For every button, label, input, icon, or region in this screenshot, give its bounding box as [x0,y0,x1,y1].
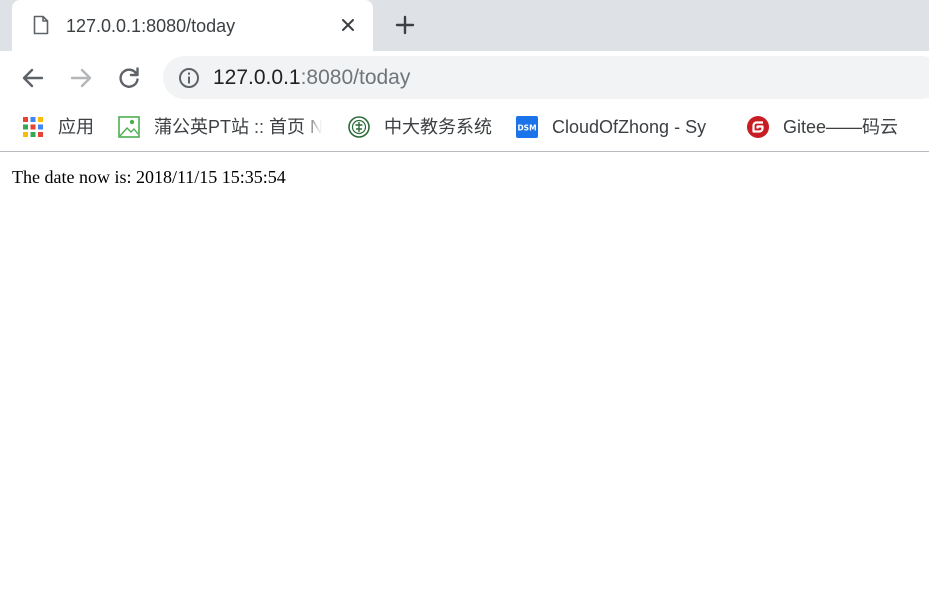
url-path: :8080/today [300,66,411,89]
date-text: The date now is: 2018/11/15 15:35:54 [12,167,286,187]
image-placeholder-icon [118,116,140,138]
back-arrow-icon[interactable] [20,65,46,91]
bookmark-label: 蒲公英PT站 :: 首页 N [154,117,322,137]
document-icon [33,15,49,35]
forward-arrow-icon[interactable] [68,65,94,91]
label-fade [304,114,322,140]
bookmark-label: 中大教务系统 [384,117,492,137]
tab-title: 127.0.0.1:8080/today [66,16,236,36]
gitee-icon [747,116,769,138]
url-host: 127.0.0.1 [213,66,301,89]
dsm-icon-text: DSM [517,124,536,133]
page-content: The date now is: 2018/11/15 15:35:54 [0,153,929,600]
bookmark-gitee[interactable]: Gitee——码云 [747,114,917,140]
reload-icon[interactable] [116,65,142,91]
url-text[interactable]: 127.0.0.1:8080/today [213,65,410,91]
active-tab[interactable]: 127.0.0.1:8080/today [12,0,373,51]
tab-strip: 127.0.0.1:8080/today [0,0,929,51]
bookmark-label: CloudOfZhong - Sy [552,117,707,137]
bookmark-label: Gitee——码云 [783,117,899,137]
bookmark-label: 应用 [58,117,94,137]
address-bar[interactable]: 127.0.0.1:8080/today [163,56,929,99]
browser-toolbar: 127.0.0.1:8080/today [0,51,929,104]
bookmark-dsm[interactable]: DSM CloudOfZhong - Sy [516,114,721,140]
dsm-icon: DSM [516,116,538,138]
info-icon[interactable] [178,67,200,89]
university-seal-icon [348,116,370,138]
bookmark-pt-site[interactable]: 蒲公英PT站 :: 首页 N [118,114,322,140]
plus-icon[interactable] [393,13,417,37]
bookmark-apps[interactable]: 应用 [22,114,102,140]
label-fade [703,114,721,140]
bookmark-sysu[interactable]: 中大教务系统 [348,114,498,140]
close-icon[interactable] [338,15,358,35]
bookmarks-bar: 应用 蒲公英PT站 :: 首页 N 中大教务系统 DSM CloudOfZhon… [0,104,929,152]
apps-grid-icon [23,117,43,137]
